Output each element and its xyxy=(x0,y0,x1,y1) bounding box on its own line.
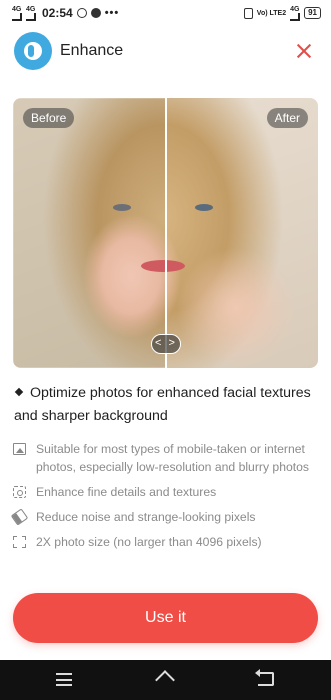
focus-icon xyxy=(13,486,26,498)
feature-item: 2X photo size (no larger than 4096 pixel… xyxy=(13,533,318,551)
face-lips xyxy=(141,260,185,272)
face-eye-left xyxy=(113,204,131,211)
back-icon[interactable] xyxy=(255,669,274,686)
feature-item: Suitable for most types of mobile-taken … xyxy=(13,440,318,476)
before-photo xyxy=(13,98,166,368)
after-photo xyxy=(166,98,318,368)
bullet-diamond-icon xyxy=(14,387,24,397)
face-eye-right xyxy=(195,204,213,211)
feature-list: Suitable for most types of mobile-taken … xyxy=(10,440,318,558)
image-icon xyxy=(13,443,26,455)
after-label: After xyxy=(266,108,308,128)
comparison-divider xyxy=(165,98,167,368)
enhance-app-icon xyxy=(14,32,52,70)
signal-sim2: 4G xyxy=(26,6,36,21)
use-it-button[interactable]: Use it xyxy=(13,593,318,643)
close-icon[interactable] xyxy=(291,38,317,64)
signal-sim1: 4G xyxy=(12,6,22,21)
before-after-comparison[interactable]: Before After < > xyxy=(13,98,318,368)
clock: 02:54 xyxy=(42,6,73,20)
slider-handle[interactable]: < > xyxy=(151,334,181,354)
home-icon[interactable] xyxy=(155,671,177,689)
eraser-icon xyxy=(10,508,29,526)
battery-indicator: 91 xyxy=(304,7,321,19)
vibrate-icon xyxy=(243,7,253,19)
network-type: 4G xyxy=(290,6,301,21)
feature-item: Enhance fine details and textures xyxy=(13,483,318,501)
network-label: Vo) LTE2 xyxy=(256,9,287,17)
feature-item: Reduce noise and strange-looking pixels xyxy=(10,508,318,526)
check-badge-icon xyxy=(90,8,101,18)
menu-icon[interactable] xyxy=(56,673,72,686)
before-label: Before xyxy=(23,108,75,128)
page-title: Enhance xyxy=(60,42,124,59)
system-nav-bar xyxy=(0,660,331,700)
header: Enhance xyxy=(0,30,331,74)
status-bar: 4G 4G 02:54 ••• Vo) LTE2 4G 91 xyxy=(0,0,331,26)
feature-headline: Optimize photos for enhanced facial text… xyxy=(14,385,311,424)
more-notifications-icon: ••• xyxy=(104,7,120,19)
expand-icon xyxy=(13,536,26,548)
whatsapp-icon xyxy=(76,8,87,18)
